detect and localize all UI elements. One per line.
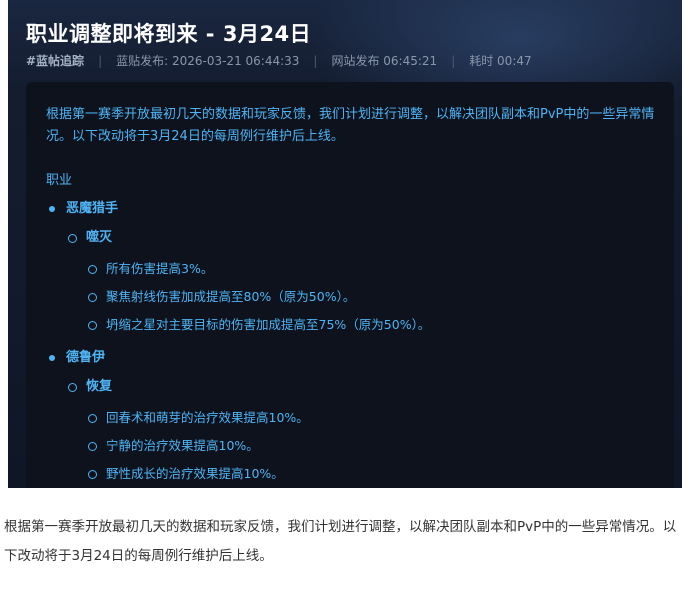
- change-item: 回春术和萌芽的治疗效果提高10%。: [86, 404, 656, 432]
- change-item: 野性成长的治疗效果提高10%。: [86, 460, 656, 488]
- meta-divider: |: [98, 53, 103, 68]
- class-name: 德鲁伊: [66, 350, 106, 365]
- class-name: 恶魔猎手: [66, 201, 119, 216]
- spec-name: 噬灭: [86, 230, 113, 245]
- spec-item: 恢复 回春术和萌芽的治疗效果提高10%。 宁静的治疗效果提高10%。 野性成长的…: [66, 376, 656, 488]
- spec-list: 恢复 回春术和萌芽的治疗效果提高10%。 宁静的治疗效果提高10%。 野性成长的…: [66, 376, 656, 488]
- elapsed-time: 耗时 00:47: [469, 54, 532, 68]
- spec-item: 噬灭 所有伤害提高3%。 聚焦射线伤害加成提高至80%（原为50%）。 坍缩之星…: [66, 227, 656, 339]
- post-meta: #蓝帖追踪 | 蓝贴发布: 2026-03-21 06:44:33 | 网站发布…: [26, 52, 532, 69]
- tag-label: #蓝帖追踪: [26, 54, 85, 68]
- change-item: 坍缩之星对主要目标的伤害加成提高至75%（原为50%）。: [86, 311, 656, 339]
- change-item: 宁静的治疗效果提高10%。: [86, 432, 656, 460]
- spec-name: 恢复: [86, 379, 113, 394]
- meta-divider: |: [313, 53, 318, 68]
- change-list: 回春术和萌芽的治疗效果提高10%。 宁静的治疗效果提高10%。 野性成长的治疗效…: [86, 404, 656, 488]
- class-item: 德鲁伊 恢复 回春术和萌芽的治疗效果提高10%。 宁静的治疗效果提高10%。 野…: [46, 347, 656, 488]
- class-list: 恶魔猎手 噬灭 所有伤害提高3%。 聚焦射线伤害加成提高至80%（原为50%）。…: [46, 198, 656, 488]
- change-item: 所有伤害提高3%。: [86, 255, 656, 283]
- post-title: 职业调整即将到来 - 3月24日: [26, 22, 312, 46]
- content-panel: 根据第一赛季开放最初几天的数据和玩家反馈，我们计划进行调整，以解决团队副本和Pv…: [26, 82, 674, 488]
- change-list: 所有伤害提高3%。 聚焦射线伤害加成提高至80%（原为50%）。 坍缩之星对主要…: [86, 255, 656, 339]
- class-item: 恶魔猎手 噬灭 所有伤害提高3%。 聚焦射线伤害加成提高至80%（原为50%）。…: [46, 198, 656, 339]
- change-item: 聚焦射线伤害加成提高至80%（原为50%）。: [86, 283, 656, 311]
- blue-post-time: 蓝贴发布: 2026-03-21 06:44:33: [116, 54, 300, 68]
- screenshot-image: 职业调整即将到来 - 3月24日 #蓝帖追踪 | 蓝贴发布: 2026-03-2…: [8, 0, 682, 488]
- spec-list: 噬灭 所有伤害提高3%。 聚焦射线伤害加成提高至80%（原为50%）。 坍缩之星…: [66, 227, 656, 339]
- site-post-time: 网站发布 06:45:21: [331, 54, 438, 68]
- section-label: 职业: [46, 173, 73, 188]
- list-gap: [46, 339, 656, 347]
- meta-divider: |: [451, 53, 456, 68]
- intro-paragraph: 根据第一赛季开放最初几天的数据和玩家反馈，我们计划进行调整，以解决团队副本和Pv…: [46, 107, 655, 144]
- article-paragraph: 根据第一赛季开放最初几天的数据和玩家反馈，我们计划进行调整，以解决团队副本和Pv…: [4, 519, 677, 564]
